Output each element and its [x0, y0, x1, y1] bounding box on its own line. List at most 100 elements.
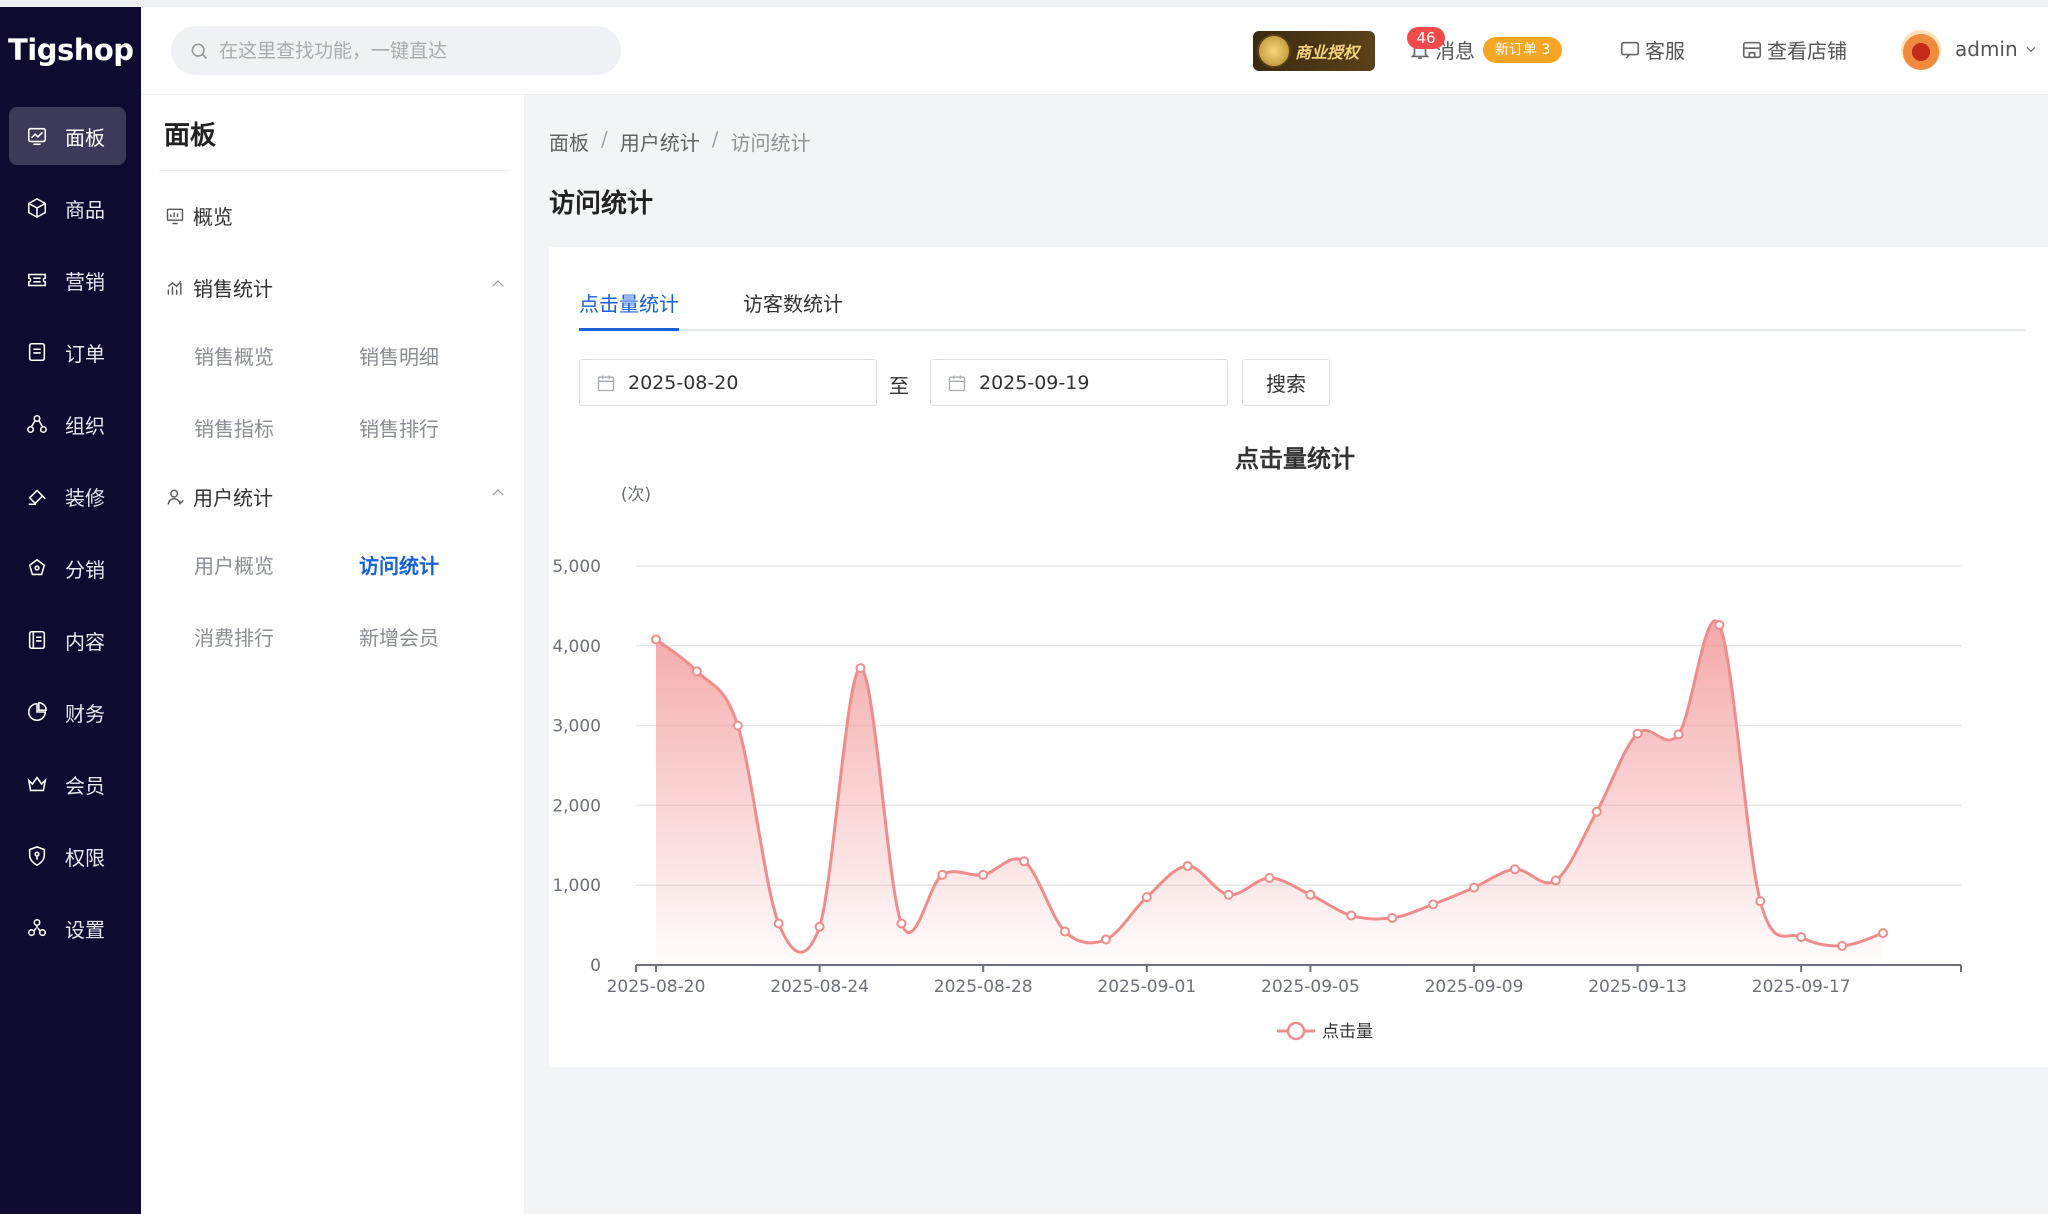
data-point[interactable] — [1550, 875, 1561, 886]
chevron-up-icon — [492, 489, 504, 496]
data-point[interactable] — [691, 666, 702, 677]
submenu-item-sales-overview[interactable]: 销售概览 — [194, 341, 274, 370]
user-collapse-toggle[interactable] — [489, 484, 507, 502]
submenu-sales-group[interactable]: 销售统计 — [165, 273, 273, 302]
data-point[interactable] — [1591, 806, 1602, 817]
nav-item-settings[interactable]: 设置 — [9, 899, 126, 957]
y-tick-label: 3,000 — [552, 717, 601, 737]
nav-item-products[interactable]: 商品 — [9, 179, 126, 237]
messages-button[interactable]: 46 消息 新订单 3 — [1407, 27, 1563, 64]
x-tick-label: 2025-08-24 — [770, 977, 869, 997]
sales-collapse-toggle[interactable] — [489, 275, 507, 293]
data-point[interactable] — [732, 720, 743, 731]
tab-click-stats[interactable]: 点击量统计 — [579, 287, 679, 331]
nav-label: 组织 — [65, 413, 105, 438]
nav-item-content[interactable]: 内容 — [9, 611, 126, 669]
nav-label: 会员 — [65, 773, 105, 798]
logo[interactable]: Tigshop — [8, 33, 134, 73]
data-point[interactable] — [1673, 729, 1684, 740]
breadcrumb-item[interactable]: 面板 — [549, 127, 589, 156]
start-date-value: 2025-08-20 — [628, 371, 739, 394]
data-point[interactable] — [1632, 728, 1643, 739]
top-border — [0, 0, 2048, 7]
chevron-down-icon — [2026, 46, 2036, 53]
submenu-overview[interactable]: 概览 — [165, 201, 233, 230]
dashboard-icon — [25, 124, 49, 148]
new-order-badge[interactable]: 新订单 3 — [1483, 36, 1563, 63]
submenu-user-group[interactable]: 用户统计 — [165, 482, 273, 511]
x-tick-label: 2025-09-05 — [1261, 977, 1360, 997]
data-point[interactable] — [1264, 873, 1275, 884]
y-tick-label: 1,000 — [552, 876, 601, 896]
x-tick-label: 2025-09-13 — [1588, 977, 1687, 997]
data-point[interactable] — [1182, 861, 1193, 872]
data-point[interactable] — [937, 869, 948, 880]
data-point[interactable] — [896, 918, 907, 929]
nav-item-decoration[interactable]: 装修 — [9, 467, 126, 525]
user-icon — [167, 489, 184, 505]
search-button[interactable]: 搜索 — [1242, 359, 1330, 406]
submenu-divider — [159, 170, 509, 171]
submenu-item-user-overview[interactable]: 用户概览 — [194, 550, 274, 579]
data-point[interactable] — [814, 921, 825, 932]
data-point[interactable] — [978, 869, 989, 880]
data-point[interactable] — [773, 918, 784, 929]
service-button[interactable]: 客服 — [1619, 35, 1685, 64]
nav-item-permissions[interactable]: 权限 — [9, 827, 126, 885]
y-axis-unit: (次) — [621, 485, 651, 505]
tab-visitor-stats[interactable]: 访客数统计 — [743, 287, 843, 331]
nav-item-organization[interactable]: 组织 — [9, 395, 126, 453]
data-point[interactable] — [1305, 889, 1316, 900]
chart-legend[interactable]: 点击量 — [1277, 1021, 1373, 1042]
data-point[interactable] — [1019, 856, 1030, 867]
submenu-item-sales-detail[interactable]: 销售明细 — [359, 341, 439, 370]
data-point[interactable] — [1060, 926, 1070, 937]
nav-item-orders[interactable]: 订单 — [9, 323, 126, 381]
view-store-button[interactable]: 查看店铺 — [1741, 35, 1847, 64]
license-badge[interactable]: 商业授权 — [1253, 31, 1375, 71]
x-tick-label: 2025-09-01 — [1097, 977, 1196, 997]
sales-chart-icon — [167, 280, 182, 295]
breadcrumb-separator: / — [601, 127, 608, 151]
submenu-item-spending-ranking[interactable]: 消费排行 — [194, 622, 274, 651]
nav-label: 财务 — [65, 701, 105, 726]
data-point[interactable] — [1100, 934, 1111, 945]
data-point[interactable] — [1837, 940, 1848, 951]
data-point[interactable] — [1714, 620, 1725, 631]
submenu-item-sales-ranking[interactable]: 销售排行 — [359, 413, 439, 442]
user-avatar[interactable] — [1901, 30, 1941, 70]
submenu-item-sales-indicators[interactable]: 销售指标 — [194, 413, 274, 442]
nav-item-finance[interactable]: 财务 — [9, 683, 126, 741]
breadcrumb-item[interactable]: 用户统计 — [620, 127, 700, 156]
submenu-item-new-members[interactable]: 新增会员 — [359, 622, 439, 651]
user-menu[interactable]: admin — [1955, 37, 2038, 61]
search-input[interactable] — [219, 39, 599, 62]
data-point[interactable] — [1469, 882, 1479, 893]
content-icon — [25, 628, 49, 652]
data-point[interactable] — [1346, 910, 1357, 921]
main-nav: 面板 商品 营销 订单 组织 装修 分销 内容 财务 会员 权限 设置 — [9, 107, 126, 971]
data-point[interactable] — [855, 663, 866, 674]
nav-item-marketing[interactable]: 营销 — [9, 251, 126, 309]
nav-label: 订单 — [65, 341, 105, 366]
start-date-input[interactable]: 2025-08-20 — [579, 359, 877, 406]
brush-icon — [25, 484, 49, 508]
data-point[interactable] — [1387, 912, 1398, 923]
data-point[interactable] — [1755, 896, 1766, 907]
data-point[interactable] — [1141, 892, 1152, 903]
nav-item-distribution[interactable]: 分销 — [9, 539, 126, 597]
data-point[interactable] — [1878, 928, 1888, 939]
data-point[interactable] — [1796, 932, 1807, 943]
submenu-item-visit-stats[interactable]: 访问统计 — [359, 550, 439, 579]
submenu-overview-label: 概览 — [193, 205, 233, 229]
nav-item-dashboard[interactable]: 面板 — [9, 107, 126, 165]
order-icon — [25, 340, 49, 364]
breadcrumb-separator: / — [711, 127, 719, 151]
nav-item-members[interactable]: 会员 — [9, 755, 126, 813]
data-point[interactable] — [651, 634, 661, 645]
data-point[interactable] — [1428, 899, 1439, 910]
data-point[interactable] — [1223, 889, 1234, 900]
global-search[interactable] — [171, 26, 621, 75]
end-date-input[interactable]: 2025-09-19 — [930, 359, 1228, 406]
data-point[interactable] — [1509, 864, 1520, 875]
